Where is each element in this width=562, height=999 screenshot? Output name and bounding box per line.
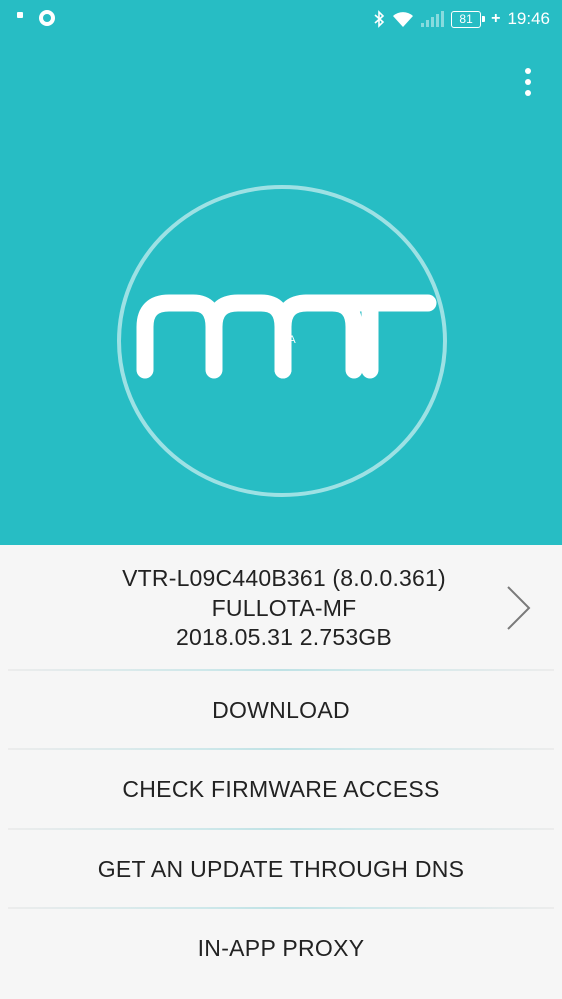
logo-letter-a: A (288, 334, 296, 346)
mt-team-logo: T E A M (117, 185, 447, 497)
logo-graphic: T E A M (117, 185, 447, 497)
bluetooth-icon (374, 10, 385, 28)
firmware-package-type: FULLOTA-MF (211, 595, 357, 621)
download-button[interactable]: DOWNLOAD (0, 671, 562, 749)
app-header: 81 + 19:46 T E A M (0, 0, 562, 545)
app-notification-icon (39, 10, 55, 26)
firmware-info-row[interactable]: VTR-L09C440B361 (8.0.0.361) FULLOTA-MF 2… (0, 545, 562, 669)
status-time: 19:46 (507, 9, 550, 28)
battery-icon: 81 (451, 10, 486, 28)
battery-level: 81 (459, 12, 473, 26)
wifi-icon (393, 11, 414, 27)
status-bar: 81 + 19:46 (0, 0, 562, 38)
chevron-right-icon[interactable] (503, 585, 533, 631)
logo-letter-t: T (144, 334, 151, 346)
more-vert-icon[interactable] (514, 66, 542, 98)
logo-letter-e: E (214, 334, 221, 346)
check-firmware-access-button[interactable]: CHECK FIRMWARE ACCESS (0, 750, 562, 828)
firmware-build: VTR-L09C440B361 (8.0.0.361) (122, 565, 446, 591)
status-icons: 81 + 19:46 (373, 8, 550, 30)
logo-letter-m: M (362, 334, 371, 346)
firmware-date-size: 2018.05.31 2.753GB (176, 624, 392, 650)
main-content: VTR-L09C440B361 (8.0.0.361) FULLOTA-MF 2… (0, 545, 562, 999)
notification-dot-icon (17, 12, 23, 18)
charging-plus-icon: + (491, 10, 501, 27)
update-through-dns-button[interactable]: GET AN UPDATE THROUGH DNS (0, 830, 562, 908)
signal-icon (421, 11, 445, 27)
in-app-proxy-button[interactable]: IN-APP PROXY (0, 909, 562, 987)
